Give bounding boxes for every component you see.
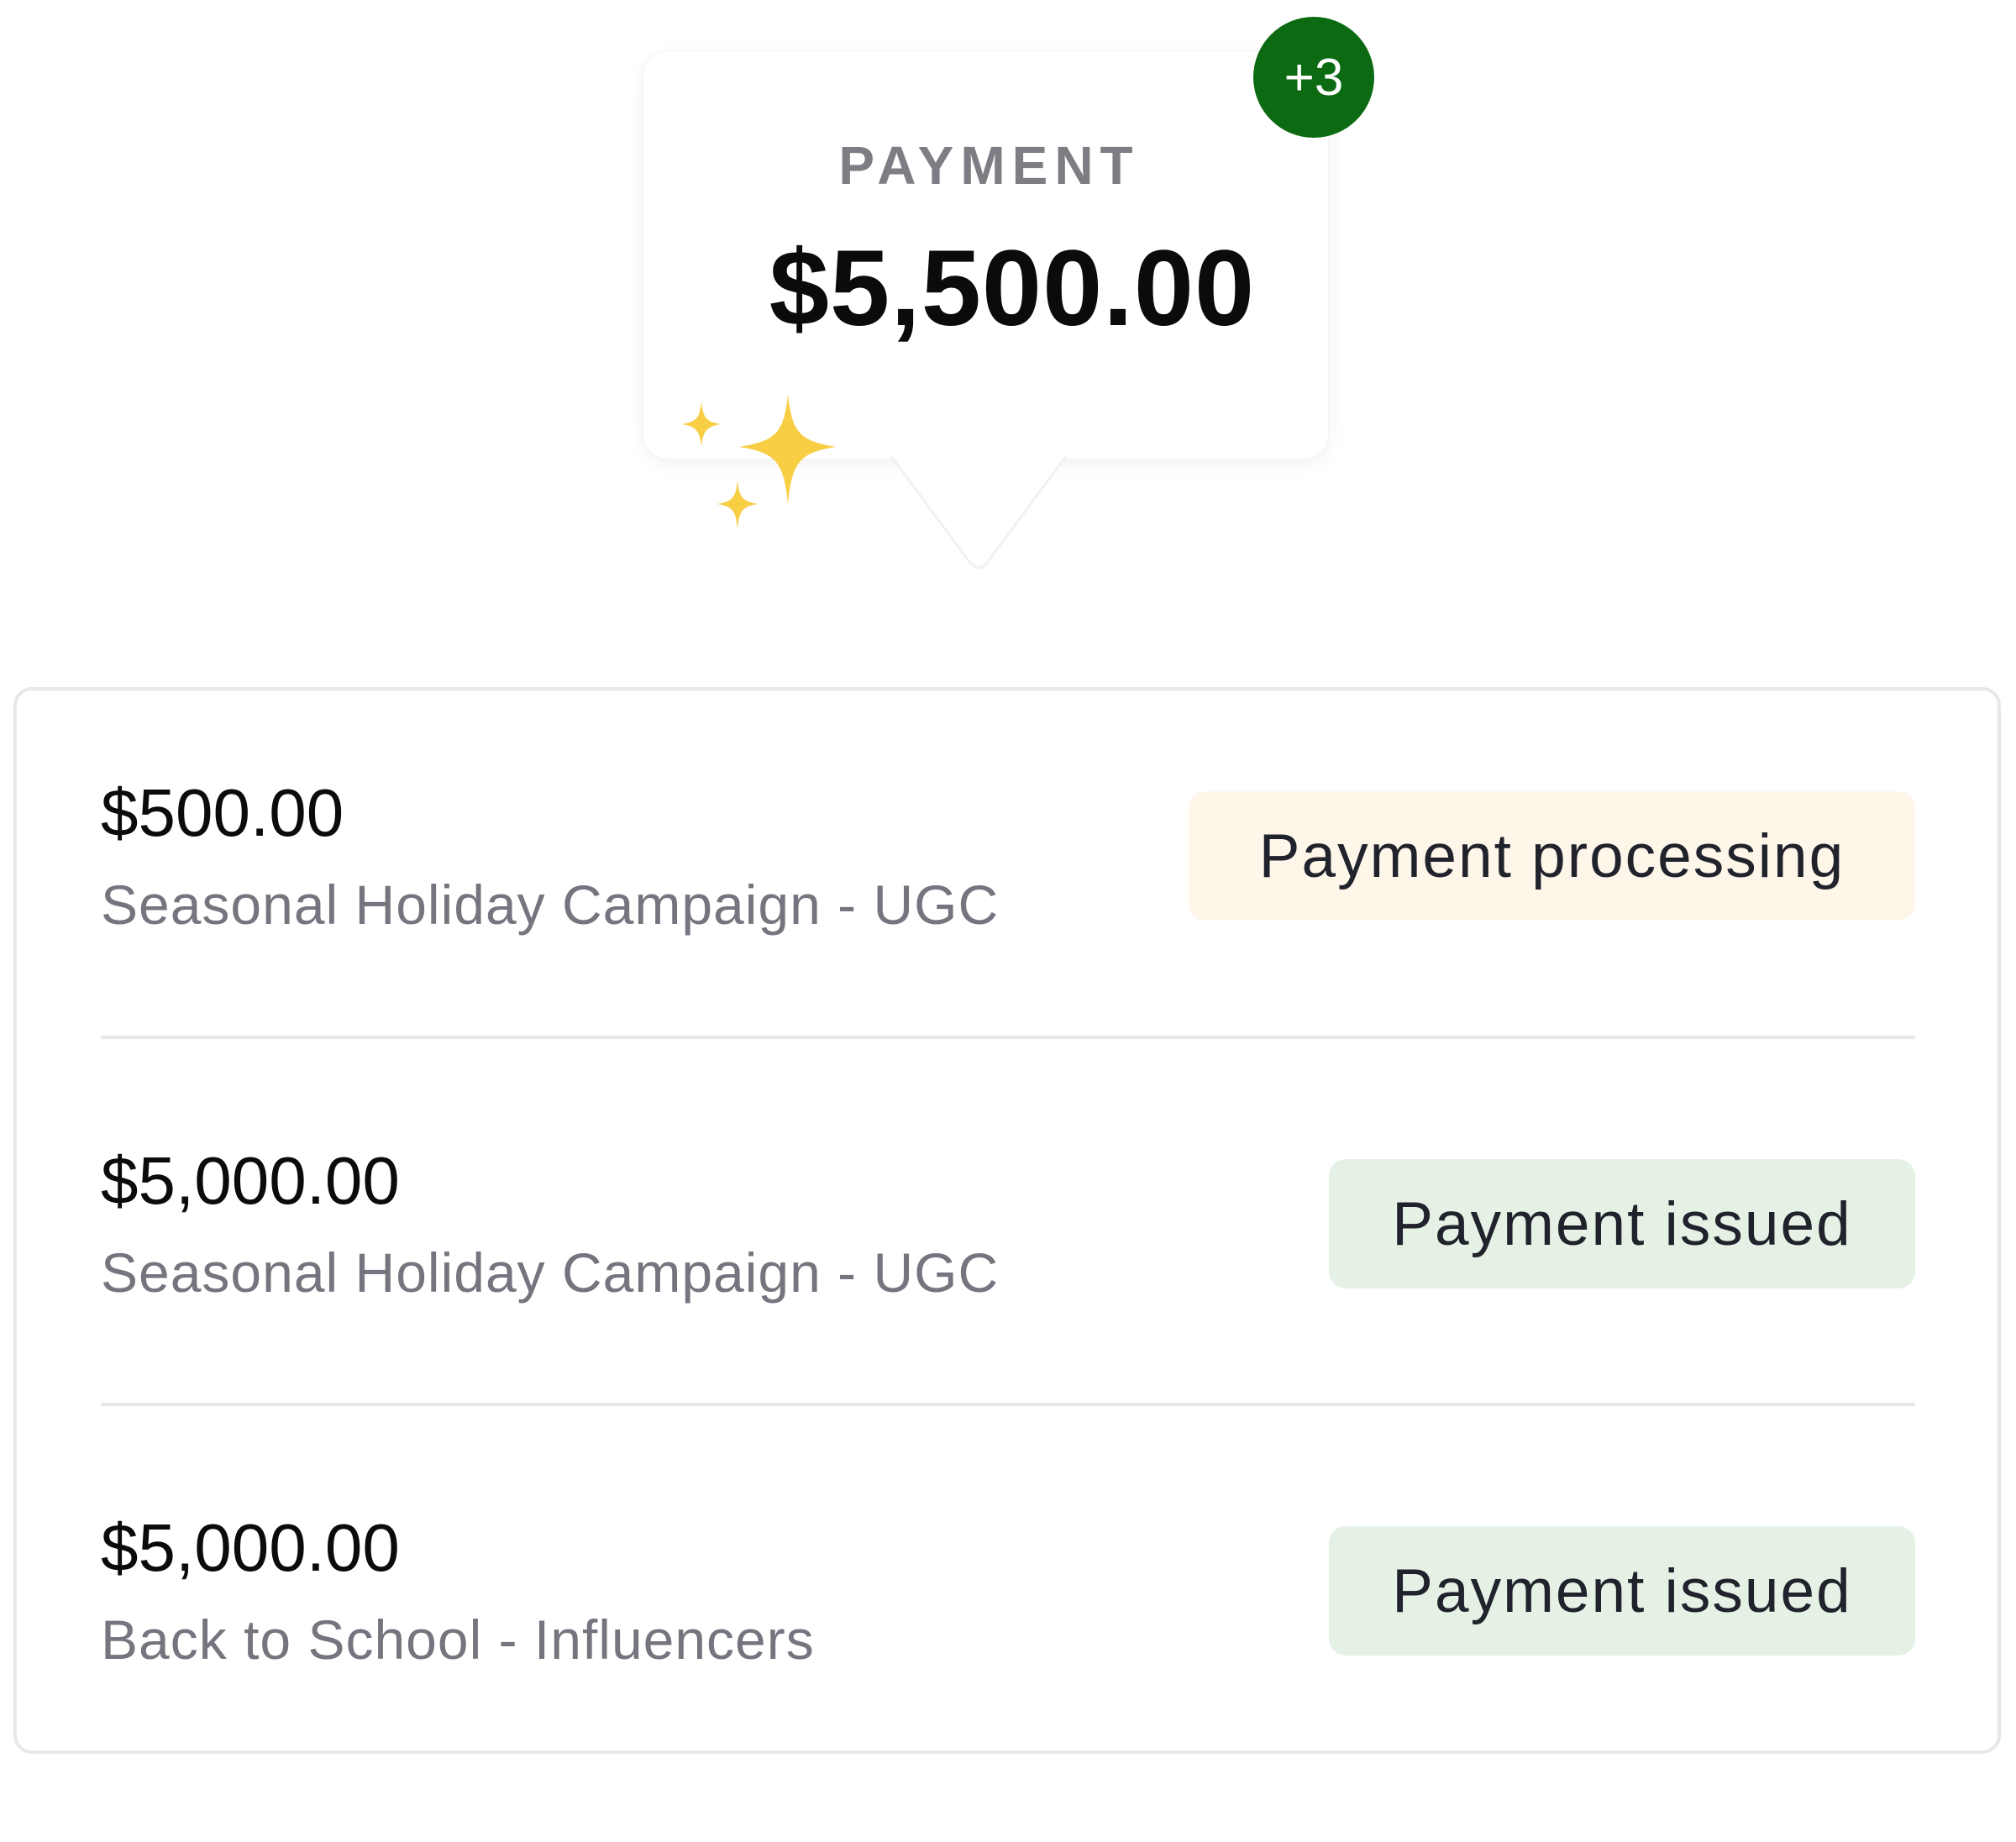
payment-amount: $5,000.00 (101, 1143, 400, 1218)
list-item[interactable]: $5,000.00 Back to School - Influencers P… (101, 1476, 1915, 1842)
status-badge: Payment issued (1329, 1526, 1915, 1656)
list-item[interactable]: $500.00 Seasonal Holiday Campaign - UGC … (101, 741, 1915, 1107)
payment-summary-label: PAYMENT (838, 135, 1140, 196)
payment-amount: $5,000.00 (101, 1510, 400, 1585)
campaign-name: Seasonal Holiday Campaign - UGC (101, 1241, 1000, 1304)
new-payments-count-badge: +3 (1253, 17, 1374, 138)
row-divider (101, 1403, 1915, 1406)
summary-card-pointer (890, 454, 1067, 569)
status-badge: Payment processing (1189, 791, 1915, 921)
payment-amount: $500.00 (101, 775, 344, 850)
campaign-name: Seasonal Holiday Campaign - UGC (101, 874, 1000, 936)
list-item[interactable]: $5,000.00 Seasonal Holiday Campaign - UG… (101, 1109, 1915, 1475)
status-badge: Payment issued (1329, 1159, 1915, 1288)
sparkles-icon (682, 395, 836, 529)
payment-summary-amount: $5,500.00 (769, 228, 1256, 349)
campaign-name: Back to School - Influencers (101, 1608, 815, 1671)
row-divider (101, 1036, 1915, 1039)
